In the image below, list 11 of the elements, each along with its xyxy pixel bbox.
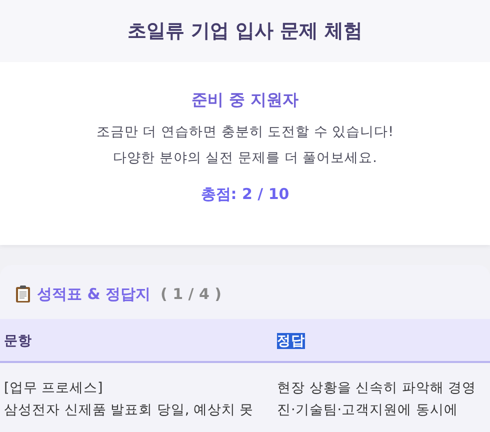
- result-message: 조금만 더 연습하면 충분히 도전할 수 있습니다! 다양한 분야의 실전 문제를 더 풀어보세요.: [96, 123, 394, 168]
- clipboard-icon: [15, 285, 31, 303]
- table-cell-text: 현장 상황을 신속히 파악해 경영 진·기술팀·고객지원에 동시에: [277, 379, 478, 420]
- page-title: 초일류 기업 입사 문제 체험: [127, 19, 363, 44]
- column-header: 정답: [277, 333, 305, 349]
- page-counter: ( 1 / 4 ): [160, 285, 222, 303]
- rank-title: 준비 중 지원자: [191, 90, 299, 111]
- column-header: 문항: [4, 333, 32, 349]
- table-cell-text: [업무 프로세스] 삼성전자 신제품 발표회 당일, 예상치 못: [4, 379, 255, 420]
- total-score: 총점: 2 / 10: [200, 185, 290, 204]
- answer-sheet-title: 성적표 & 정답지: [37, 284, 151, 304]
